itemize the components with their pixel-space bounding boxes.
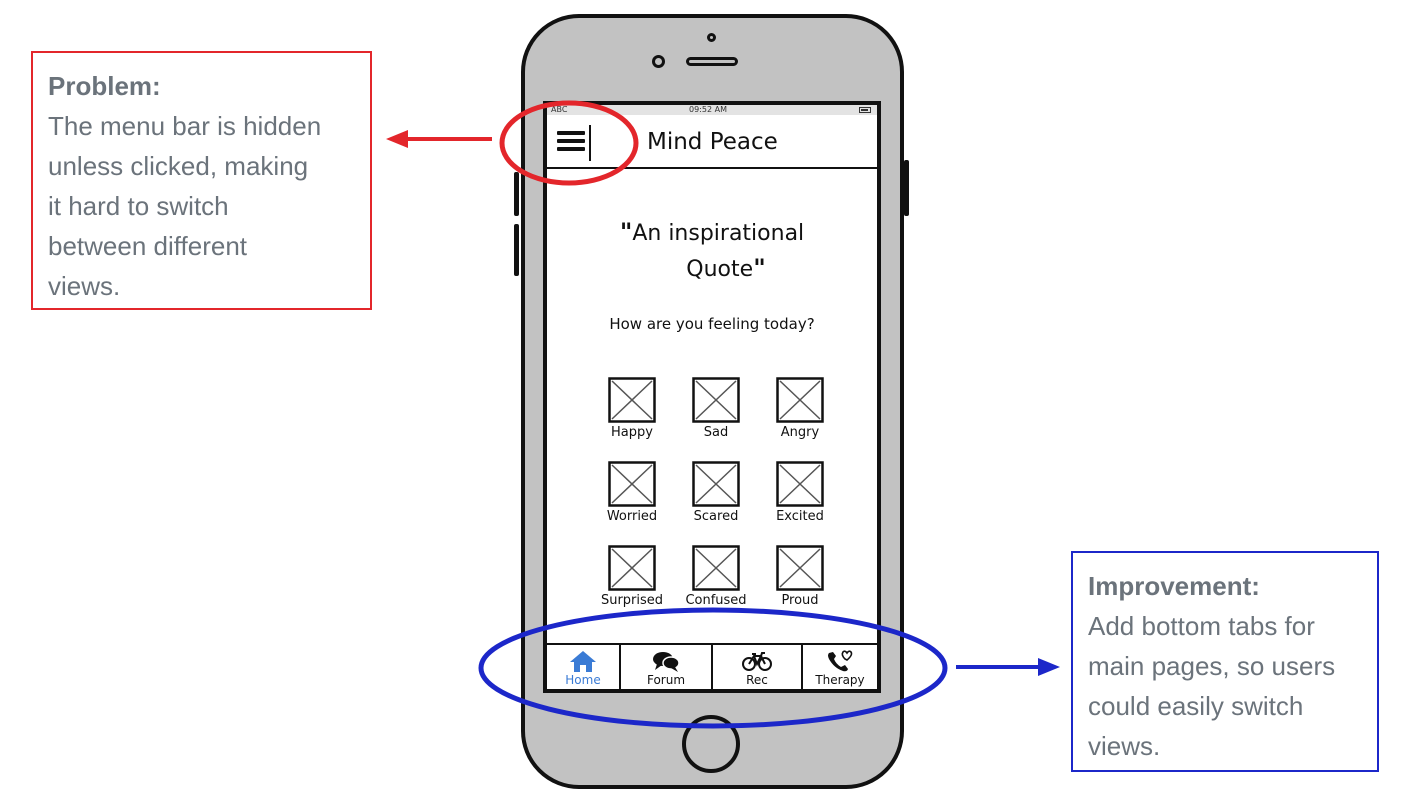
app-header: Mind Peace [547,115,877,169]
phone-home-button[interactable] [682,715,740,773]
phone-volume-button [514,224,519,276]
home-icon [570,651,596,672]
battery-icon [859,107,871,113]
bicycle-icon [742,652,772,671]
image-placeholder-icon [692,461,740,507]
tab-home[interactable]: Home [547,645,619,689]
improvement-line: views. [1088,731,1161,761]
camera-icon [707,33,716,42]
tab-forum[interactable]: Forum [621,645,711,689]
mood-option-angry[interactable]: Angry [755,377,845,440]
status-carrier: ABC [551,105,568,114]
bottom-tab-bar: Home Forum Rec Therapy [547,643,877,689]
image-placeholder-icon [776,377,824,423]
tab-label: Therapy [815,673,865,687]
problem-line: unless clicked, making [48,151,309,181]
tab-therapy[interactable]: Therapy [803,645,877,689]
mood-option-worried[interactable]: Worried [587,461,677,524]
phone-mute-switch [514,172,519,216]
problem-line: The menu bar is hidden [48,111,322,141]
mood-option-excited[interactable]: Excited [755,461,845,524]
speaker-icon [686,57,738,66]
image-placeholder-icon [776,545,824,591]
phone-power-button [904,160,909,216]
mood-label: Proud [781,593,819,608]
chat-icon [653,652,680,672]
mood-option-happy[interactable]: Happy [587,377,677,440]
image-placeholder-icon [608,377,656,423]
sensor-icon [652,55,665,68]
mood-label: Scared [693,509,739,524]
app-title: Mind Peace [647,129,778,155]
mood-label: Angry [780,425,820,440]
inspirational-quote: "An inspirational Quote" [619,218,805,282]
problem-line: it hard to switch [48,191,229,221]
quote-line-1: An inspirational [632,221,805,246]
image-placeholder-icon [608,461,656,507]
tab-rec[interactable]: Rec [713,645,801,689]
tab-label: Rec [746,673,768,687]
feeling-prompt: How are you feeling today? [609,315,815,333]
phone-heart-icon [828,650,853,672]
improvement-line: could easily switch [1088,691,1304,721]
mood-option-confused[interactable]: Confused [671,545,761,608]
image-placeholder-icon [692,545,740,591]
problem-line: views. [48,271,121,301]
mood-option-scared[interactable]: Scared [671,461,761,524]
mood-label: Sad [703,425,729,440]
tab-label: Forum [646,673,686,687]
mood-label: Happy [611,425,653,440]
problem-arrow [386,130,492,148]
phone-screen: ABC 09:52 AM Mind Peace "An inspirationa… [543,101,881,693]
improvement-line: Add bottom tabs for [1088,611,1315,641]
mood-label: Confused [685,593,747,608]
improvement-heading: Improvement: [1088,571,1260,601]
mood-option-surprised[interactable]: Surprised [587,545,677,608]
status-bar: ABC 09:52 AM [547,105,877,115]
tab-label: Home [565,673,601,687]
mood-label: Surprised [600,593,664,608]
problem-note: Problem: The menu bar is hidden unless c… [31,51,372,310]
mood-option-sad[interactable]: Sad [671,377,761,440]
quote-line-2: Quote [686,257,754,282]
mood-option-proud[interactable]: Proud [755,545,845,608]
mood-label: Excited [776,509,824,524]
problem-line: between different [48,231,247,261]
mood-label: Worried [606,509,658,524]
image-placeholder-icon [692,377,740,423]
improvement-line: main pages, so users [1088,651,1336,681]
improvement-note: Improvement: Add bottom tabs for main pa… [1071,551,1379,772]
hamburger-icon[interactable] [557,131,585,155]
problem-heading: Problem: [48,71,161,101]
status-time: 09:52 AM [689,105,727,114]
image-placeholder-icon [776,461,824,507]
image-placeholder-icon [608,545,656,591]
improvement-arrow [956,658,1060,676]
header-divider [589,125,591,161]
